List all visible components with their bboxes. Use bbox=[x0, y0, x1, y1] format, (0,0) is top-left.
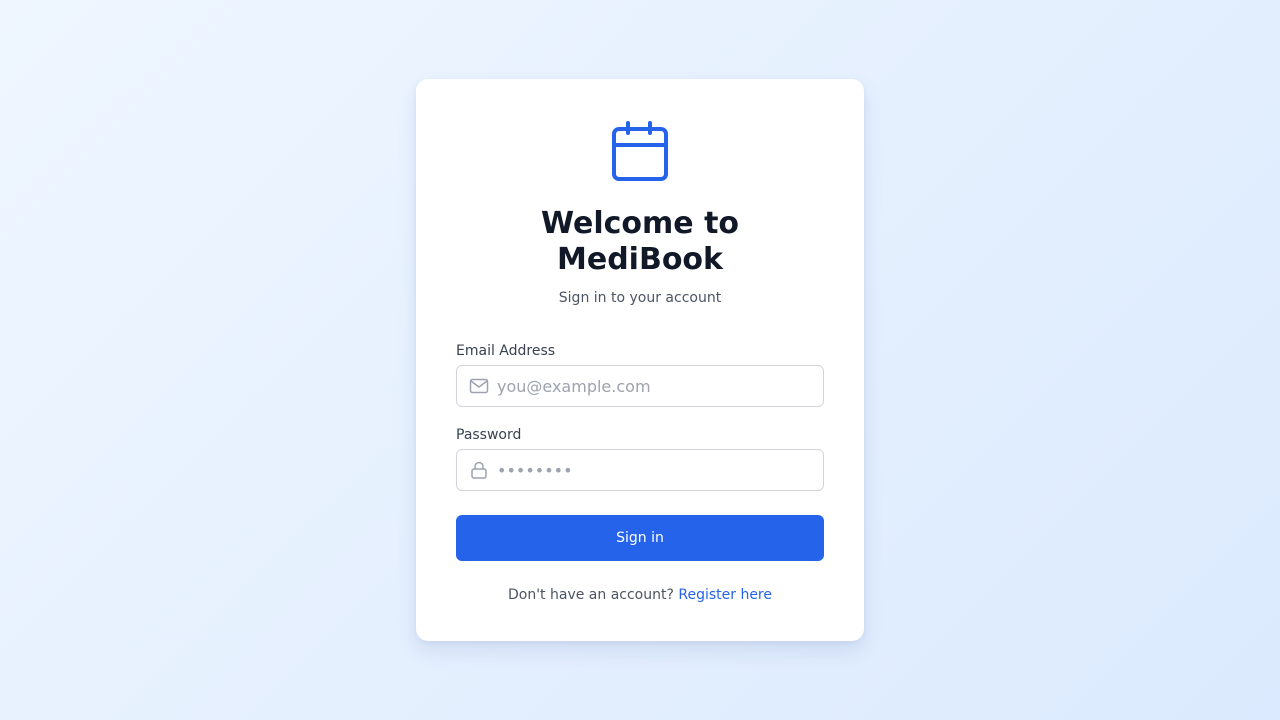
email-label: Email Address bbox=[456, 343, 556, 359]
login-form: Email Address Password Sign in bbox=[456, 341, 824, 561]
register-prompt-text: Don't have an account? bbox=[507, 587, 674, 603]
calendar-icon bbox=[612, 121, 668, 181]
register-prompt: Don't have an account? Register here bbox=[456, 585, 824, 605]
lock-icon bbox=[471, 461, 487, 479]
register-link[interactable]: Register here bbox=[678, 587, 772, 603]
sign-in-button[interactable]: Sign in bbox=[456, 515, 824, 561]
password-field-wrapper bbox=[456, 449, 824, 491]
email-input[interactable] bbox=[497, 366, 817, 406]
password-label: Password bbox=[456, 427, 522, 443]
mail-icon bbox=[469, 378, 489, 394]
password-group: Password bbox=[456, 425, 824, 491]
login-card: Welcome to MediBook Sign in to your acco… bbox=[416, 79, 864, 641]
page-subtitle: Sign in to your account bbox=[558, 290, 722, 306]
email-group: Email Address bbox=[456, 341, 824, 407]
password-input[interactable] bbox=[497, 450, 817, 490]
email-field-wrapper bbox=[456, 365, 824, 407]
page-title: Welcome to MediBook bbox=[540, 206, 740, 277]
